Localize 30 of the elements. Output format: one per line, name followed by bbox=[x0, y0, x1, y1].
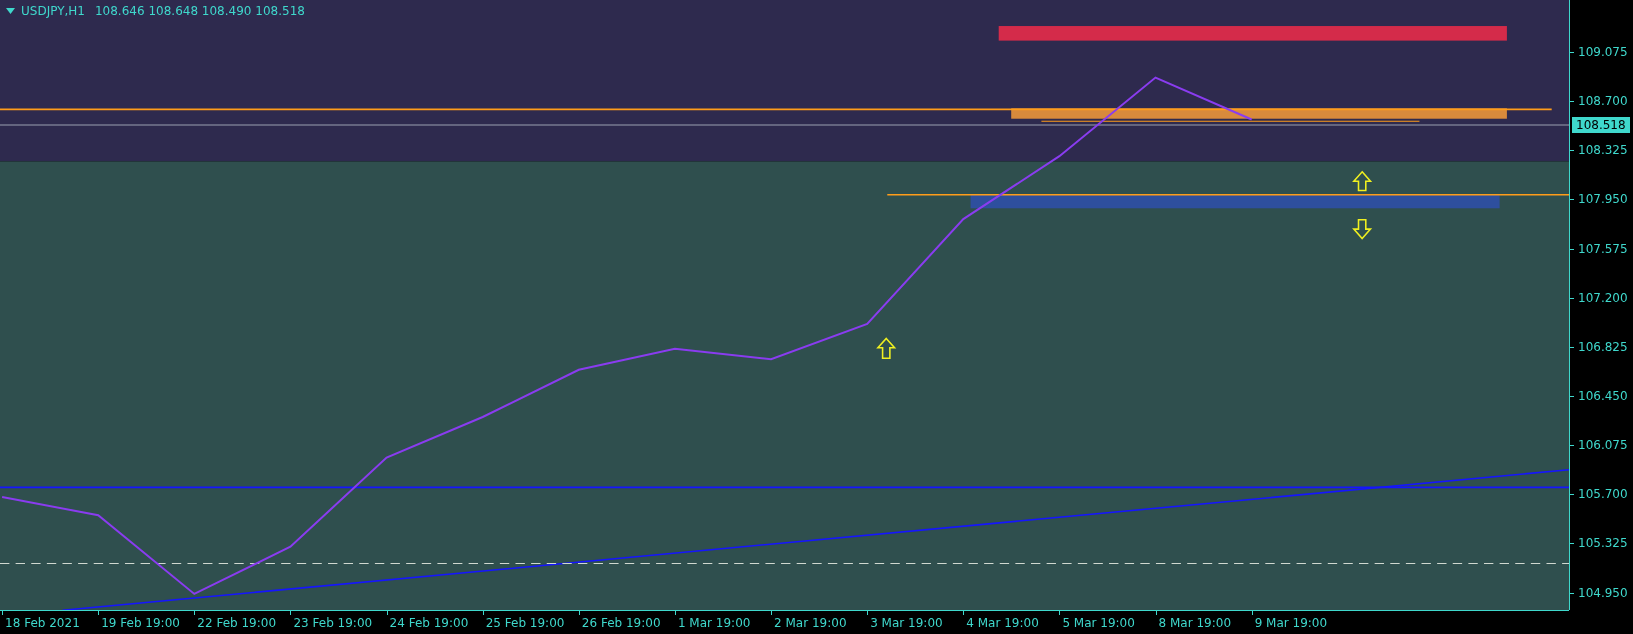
time-axis-label: 1 Mar 19:00 bbox=[677, 616, 751, 630]
time-axis-label: 8 Mar 19:00 bbox=[1158, 616, 1232, 630]
time-axis-label: 9 Mar 19:00 bbox=[1254, 616, 1328, 630]
price-axis-label: 107.575 bbox=[1578, 241, 1628, 256]
time-axis-label: 18 Feb 2021 bbox=[5, 616, 80, 630]
time-axis-label: 25 Feb 19:00 bbox=[485, 616, 565, 630]
time-axis-label: 2 Mar 19:00 bbox=[774, 616, 847, 630]
price-axis-label: 107.950 bbox=[1578, 192, 1628, 207]
price-axis-label: 106.450 bbox=[1578, 389, 1628, 403]
time-axis-label: 4 Mar 19:00 bbox=[966, 616, 1039, 630]
price-axis-label: 106.825 bbox=[1578, 339, 1628, 354]
price-axis-label: 106.075 bbox=[1578, 438, 1628, 453]
time-axis-label: 24 Feb 19:00 bbox=[389, 616, 469, 630]
time-axis-label: 22 Feb 19:00 bbox=[197, 616, 277, 630]
current-price-tag: 108.518 bbox=[1572, 116, 1630, 133]
chart-symbol: USDJPY,H1 bbox=[21, 4, 85, 18]
price-axis-label: 109.075 bbox=[1578, 45, 1628, 59]
ohlc-values: 108.646 108.648 108.490 108.518 bbox=[94, 4, 305, 18]
time-axis-label: 19 Feb 19:00 bbox=[101, 616, 180, 630]
price-axis-label: 105.325 bbox=[1578, 536, 1628, 551]
price-axis-label: 104.950 bbox=[1578, 585, 1628, 600]
price-axis-label: 108.700 bbox=[1578, 94, 1628, 109]
time-axis-label: 3 Mar 19:00 bbox=[870, 616, 943, 630]
price-axis-label: 107.200 bbox=[1578, 290, 1628, 305]
dropdown-triangle-icon[interactable] bbox=[6, 8, 15, 14]
price-axis-label: 108.325 bbox=[1578, 143, 1628, 158]
time-axis-label: 26 Feb 19:00 bbox=[581, 616, 661, 630]
price-axis-label: 105.700 bbox=[1578, 487, 1628, 502]
time-axis-label: 5 Mar 19:00 bbox=[1062, 616, 1135, 630]
time-axis-label: 23 Feb 19:00 bbox=[293, 616, 373, 630]
